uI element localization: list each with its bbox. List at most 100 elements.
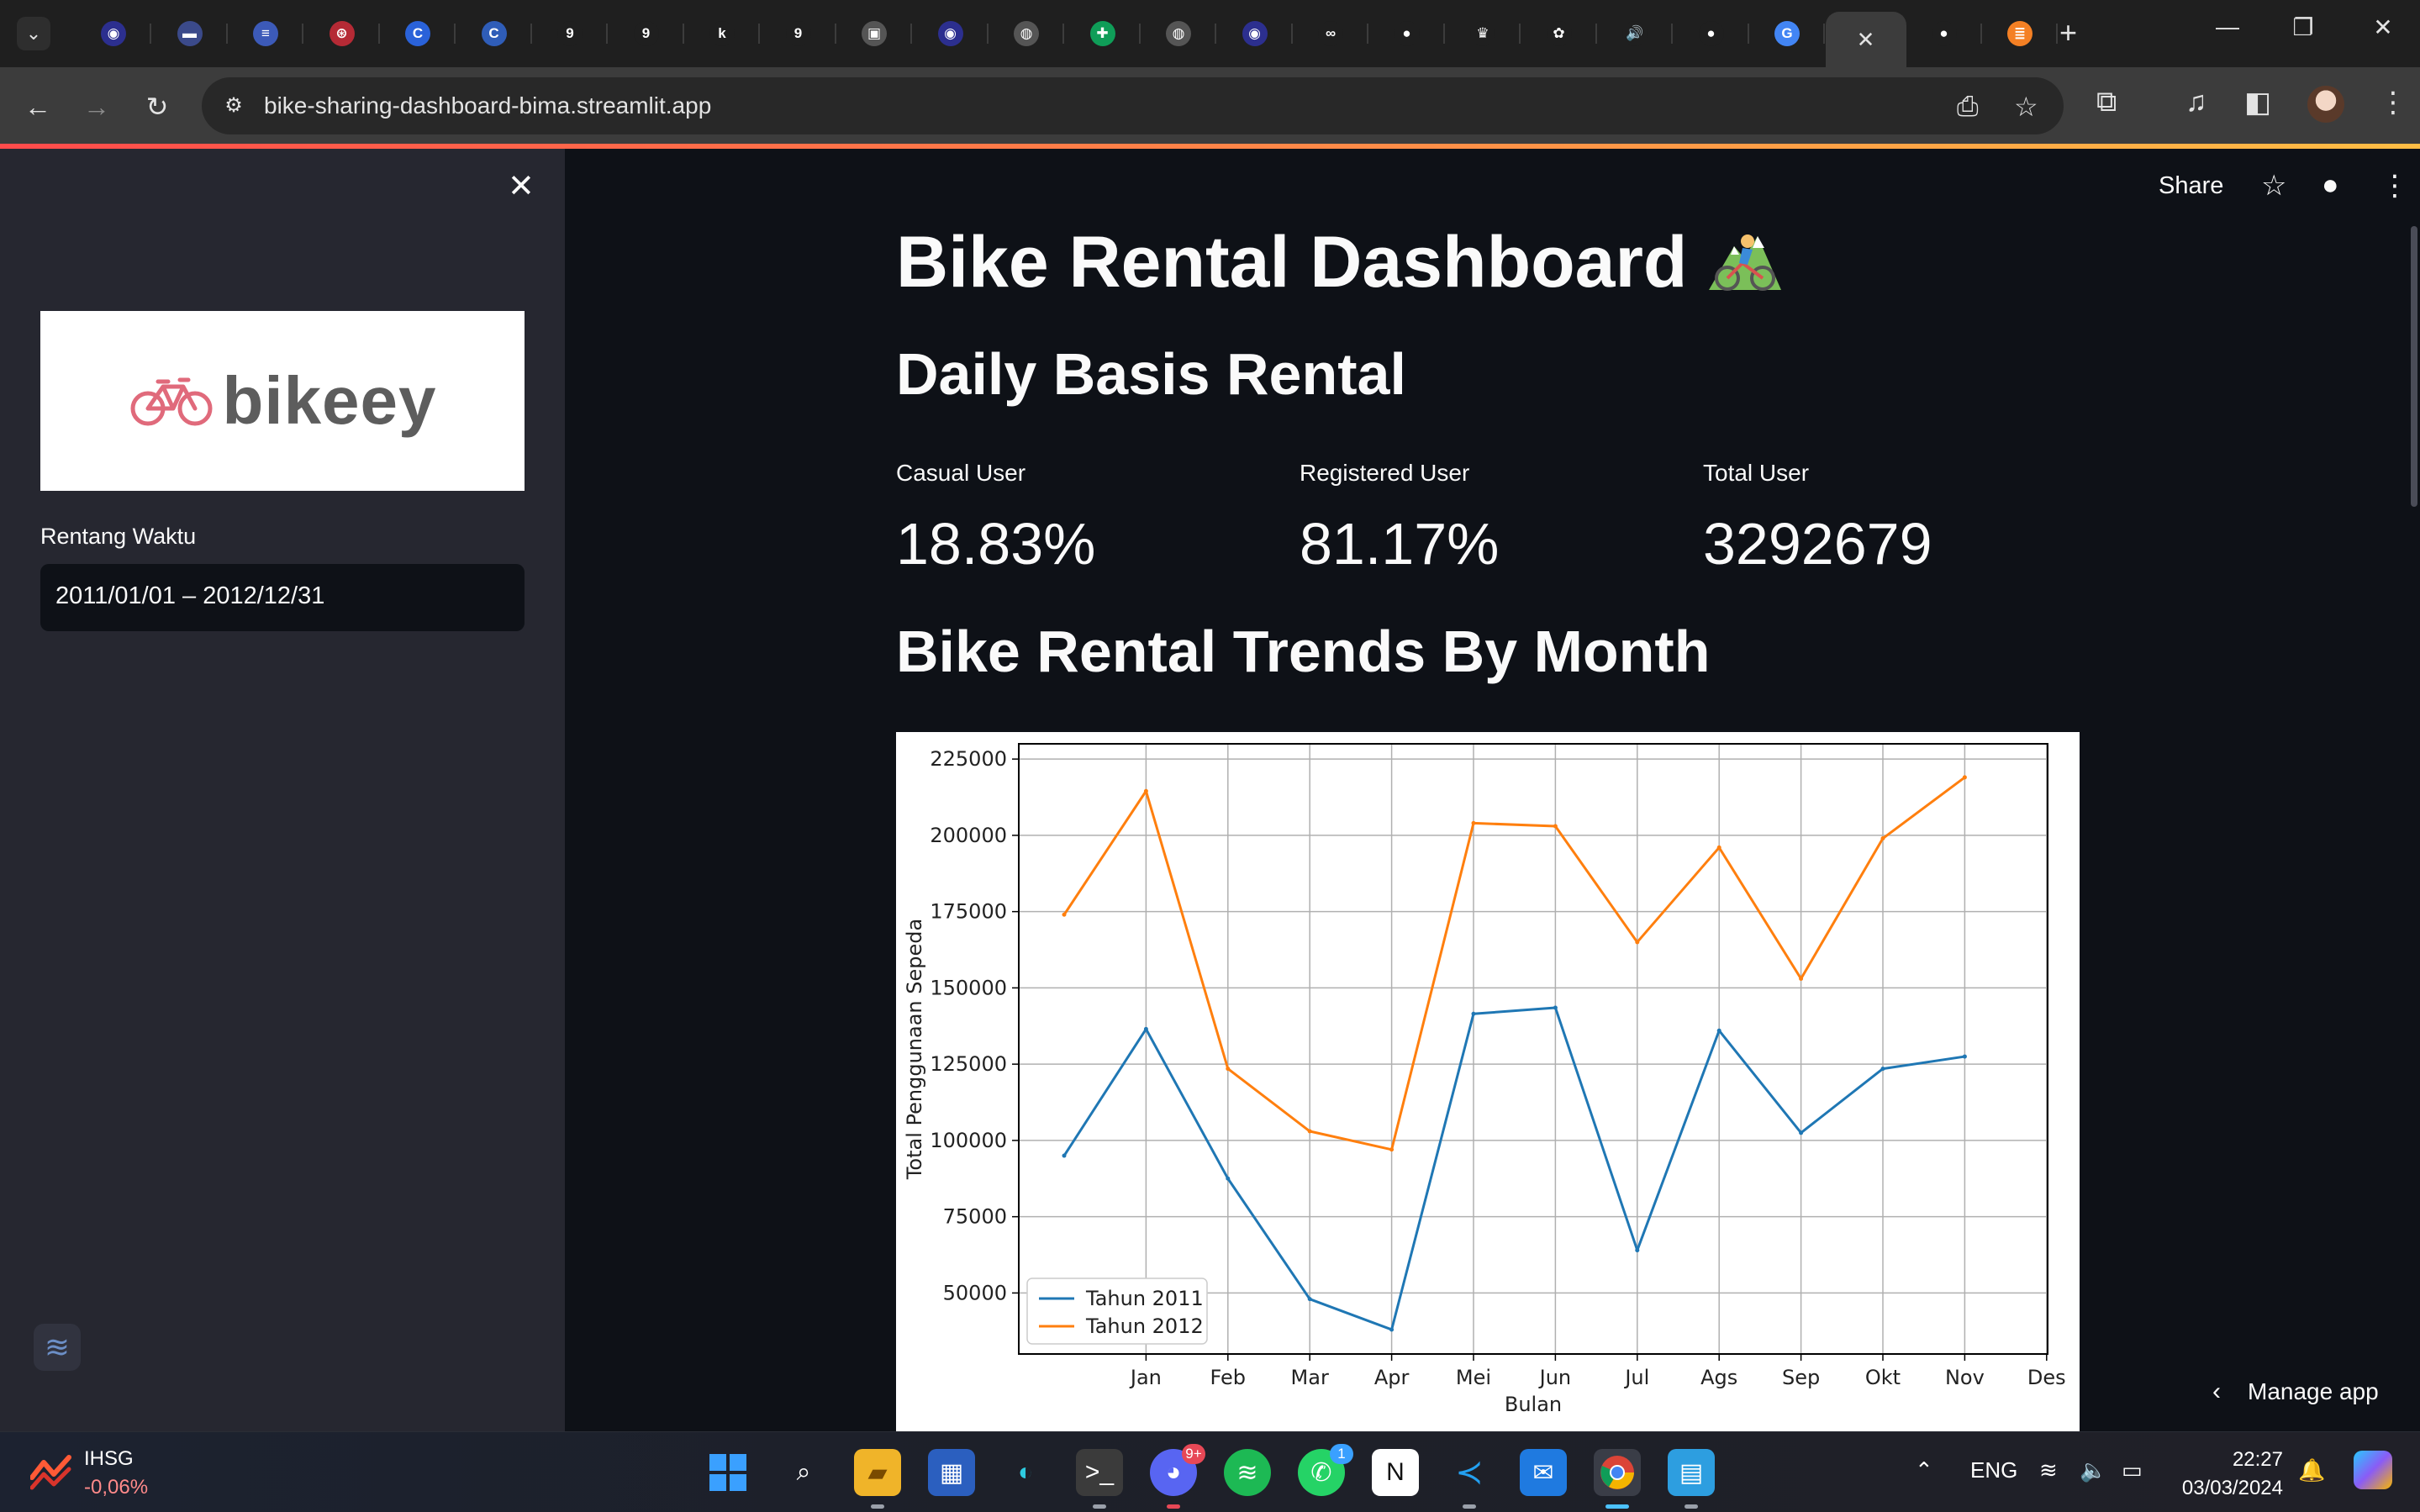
data-point <box>1143 788 1148 793</box>
streamlit-logo-icon[interactable]: ≋ <box>34 1324 81 1371</box>
metric-value: 18.83% <box>896 511 1096 577</box>
wifi-icon[interactable]: ≋ <box>2039 1457 2058 1483</box>
extensions-puzzle-icon[interactable]: ⧉ <box>2096 86 2117 119</box>
star-icon[interactable]: ☆ <box>2261 169 2286 203</box>
stock-widget-icon[interactable] <box>30 1452 72 1491</box>
data-point <box>1389 1147 1395 1152</box>
browser-tab[interactable]: ∞ <box>1293 12 1368 55</box>
close-window-icon[interactable]: ✕ <box>2358 13 2408 41</box>
system-clock[interactable]: 22:27 03/03/2024 <box>2175 1446 2283 1503</box>
tab-close-icon[interactable]: ✕ <box>1857 27 1875 53</box>
site-info-icon[interactable]: ⚙ <box>220 92 247 119</box>
x-tick-label: Mar <box>1291 1366 1329 1389</box>
metric-value: 3292679 <box>1703 511 1932 577</box>
scrollbar[interactable] <box>2411 226 2417 507</box>
volume-icon[interactable]: 🔈 <box>2080 1457 2106 1483</box>
active-tab[interactable]: ✕ <box>1825 12 1906 67</box>
back-arrow-icon[interactable]: ← <box>18 87 57 126</box>
side-panel-icon[interactable]: ◧ <box>2244 86 2271 119</box>
browser-tab[interactable]: ♛ <box>1445 12 1521 55</box>
main-content: Share ☆ ● ⋮ Bike Rental Dashboard Daily … <box>565 149 2420 1431</box>
browser-tab[interactable]: 9 <box>761 12 836 55</box>
browser-tab[interactable]: C <box>380 12 456 55</box>
browser-tab[interactable]: G <box>1749 12 1825 55</box>
battery-icon[interactable]: ▭ <box>2122 1457 2143 1483</box>
browser-tab[interactable]: ≣ <box>1982 12 2058 55</box>
discord-icon[interactable]: ◕ 9+ <box>1150 1444 1205 1496</box>
tab-separator <box>1823 24 1825 44</box>
coursera-c-icon: C <box>405 21 430 46</box>
chrome-icon[interactable] <box>1594 1449 1641 1496</box>
browser-tab[interactable]: k <box>684 12 760 55</box>
vscode-icon[interactable]: ≺ <box>1446 1449 1493 1496</box>
install-app-icon[interactable]: ⎙ <box>1957 91 1979 123</box>
browser-tab[interactable]: ⊛ <box>304 12 380 55</box>
spotify-icon[interactable]: ≋ <box>1224 1449 1271 1496</box>
share-button[interactable]: Share <box>2159 172 2223 200</box>
media-controls-icon[interactable]: ♫ <box>2185 86 2207 119</box>
data-point <box>1307 1129 1312 1134</box>
browser-tab[interactable]: ◍ <box>989 12 1064 55</box>
browser-tab[interactable]: ✚ <box>1065 12 1141 55</box>
address-bar[interactable]: ⚙ bike-sharing-dashboard-bima.streamlit.… <box>202 77 2064 134</box>
app-menu-kebab-icon[interactable]: ⋮ <box>2380 169 2409 203</box>
x-tick-label: Sep <box>1782 1366 1820 1389</box>
search-icon[interactable]: ⌕ <box>780 1449 827 1496</box>
tray-overflow-chevron-icon[interactable]: ⌃ <box>1915 1457 1933 1483</box>
minimize-icon[interactable]: — <box>2202 13 2253 40</box>
manage-app-button[interactable]: ‹ Manage app <box>2212 1378 2379 1406</box>
y-tick-label: 75000 <box>943 1205 1007 1229</box>
infinity-icon: ∞ <box>1318 21 1343 46</box>
github-icon[interactable]: ● <box>2322 169 2339 202</box>
browser-tab[interactable]: ≡ <box>228 12 303 55</box>
edge-icon[interactable]: ◐ <box>1002 1449 1049 1496</box>
running-indicator <box>1093 1504 1106 1509</box>
banner-icon: ▬ <box>177 21 203 46</box>
copilot-icon[interactable] <box>2354 1451 2392 1489</box>
reload-icon[interactable]: ↻ <box>138 87 177 126</box>
browser-tab[interactable]: ◉ <box>76 12 151 55</box>
browser-tab[interactable]: ▣ <box>836 12 912 55</box>
browser-tab[interactable]: C <box>456 12 532 55</box>
microsoft-store-icon[interactable]: ▦ <box>928 1449 975 1496</box>
profile-avatar[interactable] <box>2307 86 2344 123</box>
browser-tab[interactable]: ● <box>1674 12 1749 55</box>
browser-tab[interactable]: ◍ <box>1141 12 1216 55</box>
restore-icon[interactable]: ❐ <box>2278 13 2328 41</box>
mail-icon[interactable]: ✉ <box>1520 1449 1567 1496</box>
university-seal-icon: ◉ <box>937 21 963 46</box>
browser-tab[interactable]: 🔊 <box>1597 12 1673 55</box>
x-tick-label: Ags <box>1700 1366 1737 1389</box>
windows-start-icon[interactable] <box>704 1449 751 1496</box>
browser-tab[interactable]: 9 <box>609 12 684 55</box>
bookmark-star-icon[interactable]: ☆ <box>2014 91 2038 123</box>
sidebar-close-icon[interactable]: ✕ <box>508 167 535 205</box>
monthly-trend-chart: 50000 75000 100000 125000 150000 175000 200000… <box>896 732 2080 1431</box>
browser-menu-kebab-icon[interactable]: ⋮ <box>2379 86 2407 119</box>
notepad-icon[interactable]: ▤ <box>1668 1449 1715 1496</box>
metric-label: Registered User <box>1300 460 1470 486</box>
notion-icon[interactable]: N <box>1372 1449 1419 1496</box>
new-tab-button[interactable]: + <box>2059 15 2077 50</box>
metric-casual: Casual User 18.83% <box>896 460 1095 577</box>
browser-tab[interactable]: ▬ <box>152 12 228 55</box>
url-text[interactable]: bike-sharing-dashboard-bima.streamlit.ap… <box>264 92 711 119</box>
terminal-icon[interactable]: >_ <box>1076 1449 1123 1496</box>
notification-bell-icon[interactable]: 🔔 <box>2298 1457 2325 1483</box>
x-tick-label: Jan <box>1129 1366 1162 1389</box>
logo-wordmark: bikeey <box>222 363 437 438</box>
language-indicator[interactable]: ENG <box>1970 1457 2017 1483</box>
browser-tab[interactable]: 9 <box>532 12 608 55</box>
browser-tab[interactable]: ◉ <box>1217 12 1293 55</box>
tab-search-chevron-icon[interactable]: ⌄ <box>17 17 50 50</box>
x-tick-label: Apr <box>1374 1366 1410 1389</box>
browser-tab[interactable]: ◉ <box>913 12 989 55</box>
date-range-input[interactable]: 2011/01/01 – 2012/12/31 <box>40 564 525 631</box>
file-explorer-icon[interactable]: ▰ <box>854 1449 901 1496</box>
forward-arrow-icon[interactable]: → <box>77 87 116 126</box>
x-tick-label: Mei <box>1456 1366 1491 1389</box>
browser-tab[interactable]: ✿ <box>1521 12 1597 55</box>
browser-tab[interactable]: ● <box>1906 12 1982 55</box>
browser-tab[interactable]: ● <box>1369 12 1445 55</box>
whatsapp-icon[interactable]: ✆ 1 <box>1298 1444 1353 1496</box>
